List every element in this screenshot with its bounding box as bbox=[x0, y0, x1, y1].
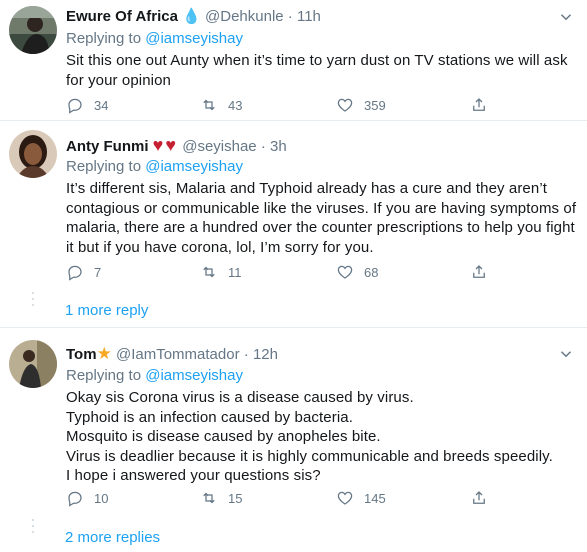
display-name[interactable]: Ewure Of Africa bbox=[66, 8, 178, 25]
thread-connector-icon bbox=[32, 292, 34, 310]
retweet-button[interactable]: 15 bbox=[200, 488, 242, 508]
water-drop-icon: 💧 bbox=[182, 8, 201, 25]
avatar-image bbox=[9, 130, 57, 178]
tweet[interactable]: Ewure Of Africa 💧 @Dehkunle · 11h Replyi… bbox=[0, 0, 587, 121]
tweet-text: It’s different sis, Malaria and Typhoid … bbox=[66, 180, 577, 256]
share-icon bbox=[473, 98, 485, 111]
tweet-text-line: Virus is deadlier because it is highly c… bbox=[66, 447, 553, 465]
replying-to: Replying to @iamseyishay bbox=[66, 29, 577, 49]
mention-link[interactable]: @iamseyishay bbox=[145, 30, 243, 47]
timestamp[interactable]: 3h bbox=[270, 138, 287, 155]
tweet-text-line: Typhoid is an infection caused by bacter… bbox=[66, 408, 353, 426]
tweet-actions: 10 15 145 bbox=[66, 488, 496, 508]
user-handle[interactable]: @seyishae bbox=[182, 138, 256, 155]
like-count: 145 bbox=[364, 490, 386, 506]
retweet-count: 11 bbox=[228, 264, 242, 280]
avatar[interactable] bbox=[9, 340, 57, 388]
reply-icon bbox=[68, 491, 82, 507]
timestamp[interactable]: 11h bbox=[297, 8, 321, 25]
chevron-down-icon[interactable] bbox=[557, 345, 575, 363]
retweet-button[interactable]: 11 bbox=[200, 262, 242, 282]
replying-to-label: Replying to bbox=[66, 30, 142, 47]
heart-icon bbox=[337, 265, 353, 279]
star-icon: ★ bbox=[96, 344, 112, 363]
avatar-image bbox=[9, 340, 57, 388]
tweet-text: Sit this one out Aunty when it’s time to… bbox=[66, 52, 568, 89]
tweet-header: Ewure Of Africa 💧 @Dehkunle · 11h bbox=[66, 7, 577, 27]
timestamp[interactable]: 12h bbox=[253, 346, 278, 363]
display-name[interactable]: Anty Funmi bbox=[66, 138, 149, 155]
tweet-header: Tom★ @IamTommatador · 12h bbox=[66, 344, 577, 364]
separator-dot: · bbox=[287, 8, 293, 25]
show-more-replies-link[interactable]: 2 more replies bbox=[65, 529, 160, 546]
reply-button[interactable]: 10 bbox=[66, 488, 108, 508]
tweet-actions: 7 11 68 bbox=[66, 262, 496, 282]
retweet-button[interactable]: 43 bbox=[200, 95, 242, 115]
tweet[interactable]: Tom★ @IamTommatador · 12h Replying to @i… bbox=[0, 328, 587, 552]
share-button[interactable] bbox=[470, 95, 488, 115]
separator-dot: · bbox=[260, 138, 266, 155]
heart-icon bbox=[337, 98, 353, 112]
mention-link[interactable]: @iamseyishay bbox=[145, 367, 243, 384]
share-icon bbox=[473, 265, 485, 278]
heart-emoji-icon: ♥♥ bbox=[152, 135, 179, 155]
retweet-icon bbox=[203, 99, 215, 111]
heart-icon bbox=[337, 491, 353, 505]
avatar-image bbox=[9, 6, 57, 54]
reply-button[interactable]: 7 bbox=[66, 262, 101, 282]
tweet-header: Anty Funmi ♥♥ @seyishae · 3h bbox=[66, 135, 577, 155]
replying-to: Replying to @iamseyishay bbox=[66, 366, 577, 386]
retweet-icon bbox=[203, 266, 215, 278]
reply-icon bbox=[68, 98, 82, 114]
replying-to: Replying to @iamseyishay bbox=[66, 157, 577, 177]
like-button[interactable]: 68 bbox=[336, 262, 378, 282]
tweet-actions: 34 43 359 bbox=[66, 95, 496, 115]
tweet[interactable]: Anty Funmi ♥♥ @seyishae · 3h Replying to… bbox=[0, 121, 587, 328]
share-icon bbox=[473, 491, 485, 504]
separator-dot: · bbox=[243, 346, 249, 363]
retweet-count: 15 bbox=[228, 490, 243, 506]
mention-link[interactable]: @iamseyishay bbox=[145, 158, 243, 175]
replying-to-label: Replying to bbox=[66, 367, 142, 384]
tweet-text-line: Mosquito is disease caused by anopheles … bbox=[66, 428, 381, 446]
user-handle[interactable]: @Dehkunle bbox=[205, 8, 284, 25]
tweet-text-line: I hope i answered your questions sis? bbox=[66, 467, 321, 485]
reply-icon bbox=[68, 265, 82, 281]
avatar[interactable] bbox=[9, 6, 57, 54]
like-button[interactable]: 145 bbox=[336, 488, 386, 508]
user-handle[interactable]: @IamTommatador bbox=[116, 346, 240, 363]
replying-to-label: Replying to bbox=[66, 158, 142, 175]
like-count: 68 bbox=[364, 264, 379, 280]
chevron-down-icon[interactable] bbox=[557, 8, 575, 26]
retweet-count: 43 bbox=[228, 97, 243, 113]
display-name[interactable]: Tom bbox=[66, 346, 97, 363]
like-button[interactable]: 359 bbox=[336, 95, 386, 115]
show-more-replies-link[interactable]: 1 more reply bbox=[65, 302, 148, 319]
tweet-text-line: Okay sis Corona virus is a disease cause… bbox=[66, 389, 414, 406]
retweet-icon bbox=[203, 492, 215, 504]
like-count: 359 bbox=[364, 97, 386, 113]
avatar[interactable] bbox=[9, 130, 57, 178]
reply-count: 34 bbox=[94, 97, 109, 113]
share-button[interactable] bbox=[470, 262, 488, 282]
reply-count: 7 bbox=[94, 264, 102, 280]
reply-count: 10 bbox=[94, 490, 109, 506]
thread-connector-icon bbox=[32, 519, 34, 537]
tweet-text: Okay sis Corona virus is a disease cause… bbox=[66, 388, 577, 486]
reply-button[interactable]: 34 bbox=[66, 95, 108, 115]
share-button[interactable] bbox=[470, 488, 488, 508]
